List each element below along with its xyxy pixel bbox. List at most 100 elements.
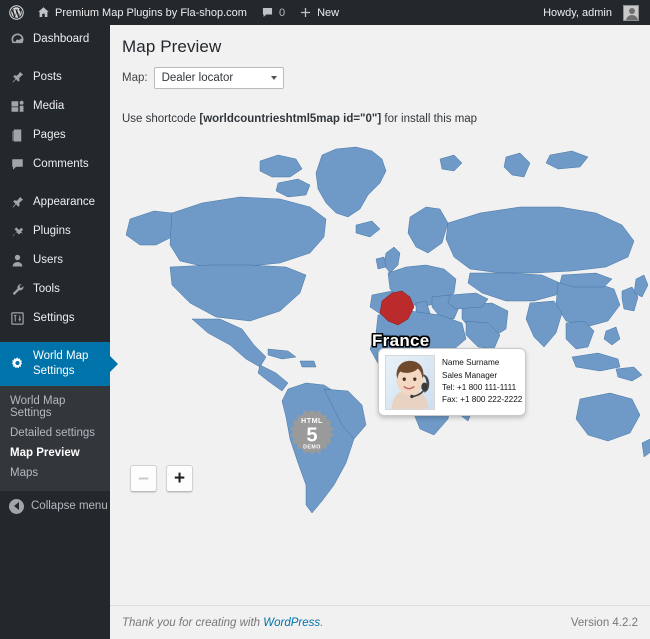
main-content: Map Preview Map: Dealer locator Use shor… bbox=[110, 25, 650, 639]
country-greenland bbox=[315, 146, 387, 218]
wordpress-logo-menu[interactable] bbox=[0, 0, 30, 25]
sidebar-subitem-detailed-settings[interactable]: Detailed settings bbox=[0, 423, 110, 443]
sidebar-item-pages[interactable]: Pages bbox=[0, 121, 110, 150]
page-title: Map Preview bbox=[122, 37, 222, 56]
sidebar-item-tools[interactable]: Tools bbox=[0, 275, 110, 304]
zoom-in-button[interactable]: + bbox=[166, 465, 193, 492]
country-australia bbox=[575, 392, 641, 442]
shortcode-value: [worldcountrieshtml5map id="0"] bbox=[199, 113, 382, 125]
new-content-menu[interactable]: New bbox=[292, 0, 346, 25]
sidebar-item-appearance[interactable]: Appearance bbox=[0, 188, 110, 217]
html5-demo-badge: HTML 5 DEMO bbox=[288, 408, 336, 456]
country-svalbard bbox=[439, 154, 463, 172]
sidebar-item-label: Plugins bbox=[33, 225, 71, 238]
user-icon bbox=[9, 253, 26, 268]
map-select-row: Map: Dealer locator bbox=[110, 67, 650, 89]
headset-agent-photo bbox=[385, 354, 435, 410]
plus-icon bbox=[299, 6, 312, 19]
country-arctic-russia-islands bbox=[545, 150, 589, 170]
my-account-menu[interactable]: Howdy, admin bbox=[536, 0, 646, 25]
sidebar-divider bbox=[0, 179, 110, 188]
country-cuba bbox=[267, 348, 297, 360]
country-arctic-islands bbox=[259, 154, 303, 178]
sidebar-item-label: World Map Settings bbox=[33, 350, 89, 377]
country-japan bbox=[633, 274, 649, 298]
map-landmasses bbox=[125, 146, 650, 514]
country-united-kingdom bbox=[383, 246, 401, 274]
country-indonesia bbox=[571, 352, 621, 372]
sidebar-item-media[interactable]: Media bbox=[0, 92, 110, 121]
collapse-arrow-icon bbox=[9, 498, 24, 514]
country-iceland bbox=[355, 220, 381, 238]
zoom-out-button[interactable]: – bbox=[130, 465, 157, 492]
admin-footer: Thank you for creating with WordPress. V… bbox=[110, 605, 650, 639]
world-map-preview[interactable]: France Name Surname Sales Manager Tel: +… bbox=[110, 133, 650, 533]
sidebar-item-label: Posts bbox=[33, 71, 62, 84]
sidebar-item-dashboard[interactable]: Dashboard bbox=[0, 25, 110, 54]
sidebar-item-label: Dashboard bbox=[33, 33, 90, 46]
country-india bbox=[525, 300, 563, 348]
map-tooltip-card[interactable]: Name Surname Sales Manager Tel: +1 800 1… bbox=[378, 348, 526, 416]
sidebar-item-label: Media bbox=[33, 100, 65, 113]
footer-thanks-prefix: Thank you for creating with bbox=[122, 616, 264, 629]
media-icon bbox=[9, 99, 26, 114]
sidebar-divider bbox=[0, 54, 110, 63]
comment-bubble-icon bbox=[9, 157, 26, 172]
country-ireland bbox=[375, 256, 387, 270]
wordpress-admin-screen: Premium Map Plugins by Fla-shop.com 0 Ne… bbox=[0, 0, 650, 639]
sidebar-item-label: Comments bbox=[33, 158, 89, 171]
country-new-zealand bbox=[641, 438, 650, 458]
country-mongolia bbox=[559, 272, 613, 288]
shortcode-suffix: for install this map bbox=[381, 113, 478, 125]
sidebar-item-comments[interactable]: Comments bbox=[0, 150, 110, 179]
footer-thanks: Thank you for creating with WordPress. bbox=[110, 617, 323, 629]
map-select[interactable]: Dealer locator bbox=[153, 67, 284, 89]
comments-menu[interactable]: 0 bbox=[254, 0, 292, 25]
country-scandinavia bbox=[407, 206, 449, 254]
wordpress-logo-icon bbox=[9, 5, 24, 20]
site-name-menu[interactable]: Premium Map Plugins by Fla-shop.com bbox=[30, 0, 254, 25]
shortcode-instruction: Use shortcode [worldcountrieshtml5map id… bbox=[110, 89, 650, 125]
country-turkey bbox=[447, 292, 489, 310]
country-united-states bbox=[169, 264, 307, 322]
sliders-icon bbox=[9, 311, 26, 326]
collapse-menu-label: Collapse menu bbox=[31, 500, 108, 513]
tooltip-name: Name Surname bbox=[442, 358, 500, 368]
country-mexico bbox=[191, 318, 267, 368]
collapse-menu-button[interactable]: Collapse menu bbox=[0, 489, 110, 522]
sidebar-item-users[interactable]: Users bbox=[0, 246, 110, 275]
paintbrush-icon bbox=[9, 195, 26, 210]
sidebar-item-label: Appearance bbox=[33, 196, 96, 209]
map-select-value: Dealer locator bbox=[161, 72, 234, 84]
admin-bar: Premium Map Plugins by Fla-shop.com 0 Ne… bbox=[0, 0, 650, 25]
sidebar-item-plugins[interactable]: Plugins bbox=[0, 217, 110, 246]
sidebar-item-label: Settings bbox=[33, 312, 75, 325]
plug-icon bbox=[9, 224, 26, 239]
badge-top-text: HTML bbox=[301, 416, 323, 425]
comment-bubble-icon bbox=[261, 6, 274, 19]
map-zoom-controls: – + bbox=[130, 465, 193, 492]
country-hispaniola bbox=[299, 360, 317, 368]
home-icon bbox=[37, 6, 50, 19]
footer-thanks-suffix: . bbox=[320, 616, 324, 629]
admin-sidebar: Dashboard Posts Media Pages Comments App… bbox=[0, 25, 118, 639]
site-name-label: Premium Map Plugins by Fla-shop.com bbox=[55, 6, 247, 19]
sidebar-subitem-map-preview[interactable]: Map Preview bbox=[0, 443, 110, 463]
country-papua-new-guinea bbox=[615, 366, 643, 382]
tooltip-telephone: Tel: +1 800 111-1111 bbox=[442, 383, 517, 392]
sidebar-subitem-maps[interactable]: Maps bbox=[0, 463, 110, 483]
sidebar-item-label: Users bbox=[33, 254, 64, 267]
wordpress-link[interactable]: WordPress bbox=[263, 617, 320, 629]
country-arctic-islands-2 bbox=[275, 178, 311, 198]
greeting-label: Howdy, admin bbox=[543, 6, 612, 19]
sidebar-subitem-world-map-settings[interactable]: World Map Settings bbox=[0, 391, 110, 423]
country-canada bbox=[169, 196, 327, 268]
sidebar-item-label: Tools bbox=[33, 283, 60, 296]
sidebar-item-settings[interactable]: Settings bbox=[0, 304, 110, 333]
comments-count: 0 bbox=[278, 6, 286, 19]
sidebar-item-world-map-settings[interactable]: World Map Settings bbox=[0, 342, 118, 386]
sidebar-divider bbox=[0, 333, 110, 342]
sidebar-item-posts[interactable]: Posts bbox=[0, 63, 110, 92]
country-central-america bbox=[257, 364, 289, 392]
gear-icon bbox=[9, 356, 26, 371]
